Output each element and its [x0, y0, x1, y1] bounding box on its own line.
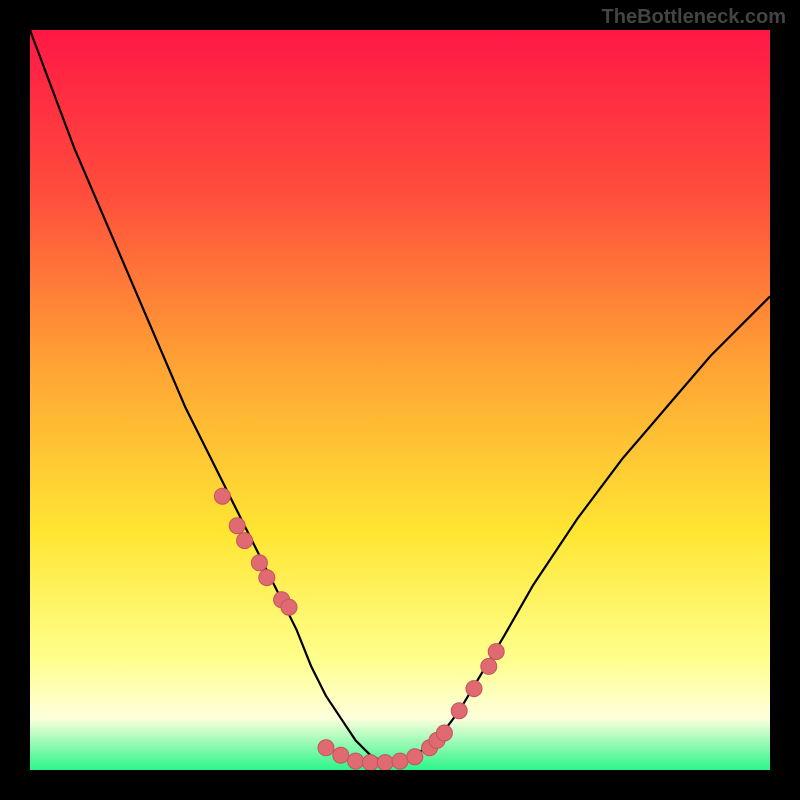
- marker-point: [237, 533, 253, 549]
- plot-area: [30, 30, 770, 770]
- marker-point: [318, 740, 334, 756]
- marker-point: [392, 753, 408, 769]
- marker-point: [348, 753, 364, 769]
- marker-point: [333, 747, 349, 763]
- marker-point: [377, 755, 393, 770]
- marker-point: [362, 755, 378, 770]
- marker-point: [259, 570, 275, 586]
- chart-frame: TheBottleneck.com: [0, 0, 800, 800]
- marker-point: [451, 703, 467, 719]
- attribution-text: TheBottleneck.com: [602, 6, 786, 29]
- marker-point: [251, 555, 267, 571]
- marker-point: [481, 658, 497, 674]
- marker-point: [281, 599, 297, 615]
- marker-point: [436, 725, 452, 741]
- marker-point: [466, 681, 482, 697]
- marker-point: [214, 488, 230, 504]
- chart-svg: [30, 30, 770, 770]
- marker-point: [229, 518, 245, 534]
- marker-point: [488, 644, 504, 660]
- marker-point: [407, 749, 423, 765]
- gradient-background: [30, 30, 770, 770]
